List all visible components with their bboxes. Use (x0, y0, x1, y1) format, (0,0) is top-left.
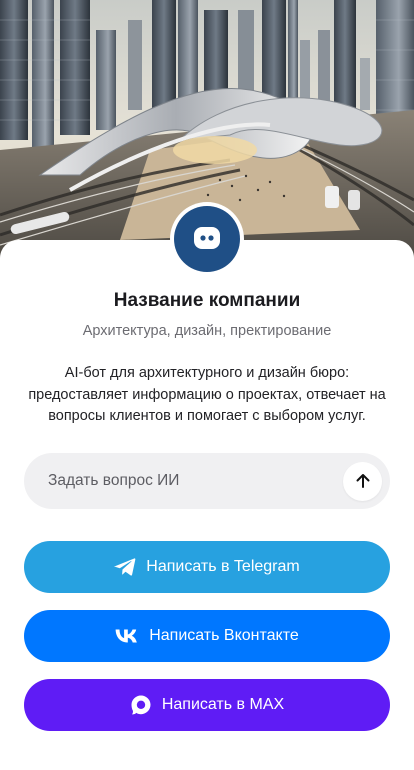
ask-ai-field (24, 453, 390, 509)
telegram-button-label: Написать в Telegram (146, 558, 300, 575)
vk-button-label: Написать Вконтакте (149, 627, 299, 644)
company-name: Название компании (113, 290, 301, 311)
max-icon (130, 694, 152, 716)
avatar-background (174, 206, 240, 272)
telegram-icon (114, 557, 136, 577)
arrow-up-icon (356, 474, 369, 488)
max-button[interactable]: Написать в MAX (24, 679, 390, 731)
ask-ai-input[interactable] (48, 472, 343, 490)
vk-button[interactable]: Написать Вконтакте (24, 610, 390, 662)
max-button-label: Написать в MAX (161, 696, 285, 713)
vk-icon (115, 629, 139, 643)
send-button[interactable] (343, 461, 382, 501)
telegram-button[interactable]: Написать в Telegram (24, 541, 390, 593)
chat-bot-icon (194, 227, 220, 249)
avatar (170, 202, 244, 276)
company-subtitle: Архитектура, дизайн, пректирование (82, 323, 332, 339)
company-description: AI-бот для архитектурного и дизайн бюро:… (28, 365, 386, 424)
